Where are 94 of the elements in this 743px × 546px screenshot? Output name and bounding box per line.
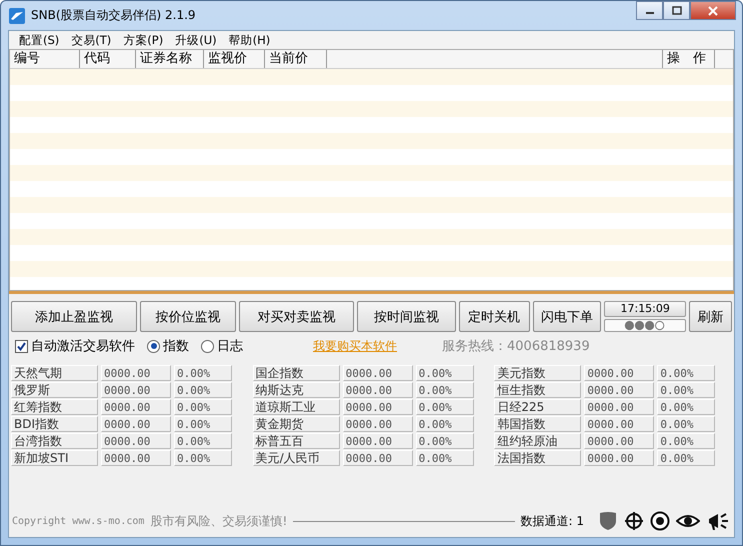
index-change: 0.00% bbox=[416, 433, 474, 449]
index-name: 天然气期 bbox=[11, 365, 98, 381]
menu-item[interactable]: 配置(S) bbox=[13, 32, 66, 48]
refresh-button[interactable]: 刷新 bbox=[689, 301, 732, 332]
window-title: SNB(股票自动交易伴侣) 2.1.9 bbox=[31, 7, 196, 24]
copyright-text: Copyright www.s-mo.com bbox=[12, 516, 144, 526]
index-change: 0.00% bbox=[657, 433, 716, 449]
index-value: 0000.00 bbox=[342, 433, 413, 449]
index-change: 0.00% bbox=[174, 416, 232, 432]
index-change: 0.00% bbox=[416, 450, 474, 466]
column-header[interactable]: 代码 bbox=[80, 50, 136, 68]
radio-label: 日志 bbox=[217, 338, 243, 355]
index-name: 新加坡STI bbox=[11, 450, 98, 466]
action-button[interactable]: 添加止盈监视 bbox=[11, 301, 138, 332]
index-change: 0.00% bbox=[657, 365, 716, 381]
app-logo-icon bbox=[9, 8, 25, 24]
index-change: 0.00% bbox=[657, 382, 716, 398]
column-header[interactable]: 操 作 bbox=[663, 50, 715, 68]
menu-item[interactable]: 帮助(H) bbox=[222, 32, 276, 48]
index-change: 0.00% bbox=[657, 416, 716, 432]
index-value: 0000.00 bbox=[342, 382, 413, 398]
index-name: 台湾指数 bbox=[11, 433, 98, 449]
index-name: 美元指数 bbox=[494, 365, 582, 381]
index-name: 黄金期货 bbox=[252, 416, 340, 432]
index-value: 0000.00 bbox=[584, 382, 654, 398]
index-value: 0000.00 bbox=[342, 399, 413, 415]
progress-dots-icon bbox=[604, 319, 686, 332]
index-value: 0000.00 bbox=[101, 433, 171, 449]
close-button[interactable] bbox=[690, 1, 736, 20]
index-value: 0000.00 bbox=[101, 382, 171, 398]
index-change: 0.00% bbox=[174, 365, 232, 381]
action-button[interactable]: 按价位监视 bbox=[140, 301, 236, 332]
action-button[interactable]: 定时关机 bbox=[458, 301, 530, 332]
index-name: 道琼斯工业 bbox=[252, 399, 340, 415]
column-header[interactable]: 编号 bbox=[10, 50, 80, 68]
close-icon bbox=[708, 6, 718, 16]
menu-item[interactable]: 方案(P) bbox=[117, 32, 170, 48]
index-name: 日经225 bbox=[494, 399, 582, 415]
shield-icon[interactable] bbox=[598, 511, 618, 531]
index-change: 0.00% bbox=[416, 365, 474, 381]
index-value: 0000.00 bbox=[101, 450, 171, 466]
minimize-button[interactable] bbox=[636, 1, 663, 20]
index-value: 0000.00 bbox=[584, 416, 654, 432]
index-name: 纽约轻原油 bbox=[494, 433, 582, 449]
checkbox-label: 自动激活交易软件 bbox=[31, 338, 135, 355]
action-button[interactable]: 对买对卖监视 bbox=[238, 301, 354, 332]
index-name: 标普五百 bbox=[252, 433, 340, 449]
column-header[interactable]: 当前价 bbox=[265, 50, 327, 68]
index-value: 0000.00 bbox=[584, 450, 654, 466]
maximize-icon bbox=[672, 6, 682, 15]
index-value: 0000.00 bbox=[342, 416, 413, 432]
radio-label: 指数 bbox=[163, 338, 189, 355]
index-value: 0000.00 bbox=[584, 399, 654, 415]
index-change: 0.00% bbox=[174, 450, 232, 466]
index-value: 0000.00 bbox=[101, 399, 171, 415]
index-name: 纳斯达克 bbox=[252, 382, 340, 398]
menu-item[interactable]: 交易(T) bbox=[65, 32, 118, 48]
action-button[interactable]: 按时间监视 bbox=[357, 301, 456, 332]
index-value: 0000.00 bbox=[342, 365, 413, 381]
hotline-text: 服务热线：4006818939 bbox=[442, 338, 590, 355]
column-header[interactable]: 监视价 bbox=[204, 50, 265, 68]
radio-button[interactable] bbox=[201, 340, 214, 352]
maximize-button[interactable] bbox=[663, 1, 690, 20]
index-name: 恒生指数 bbox=[494, 382, 582, 398]
index-change: 0.00% bbox=[657, 399, 716, 415]
index-value: 0000.00 bbox=[342, 450, 413, 466]
clock-display: 17:15:09 bbox=[604, 301, 686, 317]
crosshair-icon[interactable] bbox=[624, 511, 644, 531]
index-value: 0000.00 bbox=[101, 416, 171, 432]
index-value: 0000.00 bbox=[584, 433, 654, 449]
checkbox[interactable] bbox=[15, 340, 28, 352]
radio-button[interactable] bbox=[147, 340, 160, 352]
index-change: 0.00% bbox=[174, 382, 232, 398]
index-name: 红筹指数 bbox=[11, 399, 98, 415]
index-change: 0.00% bbox=[174, 433, 232, 449]
index-change: 0.00% bbox=[416, 399, 474, 415]
menu-item[interactable]: 升级(U) bbox=[169, 32, 223, 48]
index-name: BDI指数 bbox=[11, 416, 98, 432]
index-change: 0.00% bbox=[657, 450, 716, 466]
index-value: 0000.00 bbox=[101, 365, 171, 381]
index-name: 美元/人民币 bbox=[252, 450, 340, 466]
index-name: 国企指数 bbox=[252, 365, 340, 381]
index-change: 0.00% bbox=[416, 416, 474, 432]
action-button[interactable]: 闪电下单 bbox=[532, 301, 602, 332]
index-change: 0.00% bbox=[416, 382, 474, 398]
channel-text: 数据通道: 1 bbox=[520, 512, 584, 530]
index-value: 0000.00 bbox=[584, 365, 654, 381]
megaphone-icon[interactable] bbox=[706, 511, 730, 531]
index-change: 0.00% bbox=[174, 399, 232, 415]
index-name: 韩国指数 bbox=[494, 416, 582, 432]
column-header[interactable]: 证券名称 bbox=[136, 50, 204, 68]
index-name: 俄罗斯 bbox=[11, 382, 98, 398]
index-name: 法国指数 bbox=[494, 450, 582, 466]
risk-warning: 股市有风险、交易须谨慎! bbox=[150, 512, 288, 530]
